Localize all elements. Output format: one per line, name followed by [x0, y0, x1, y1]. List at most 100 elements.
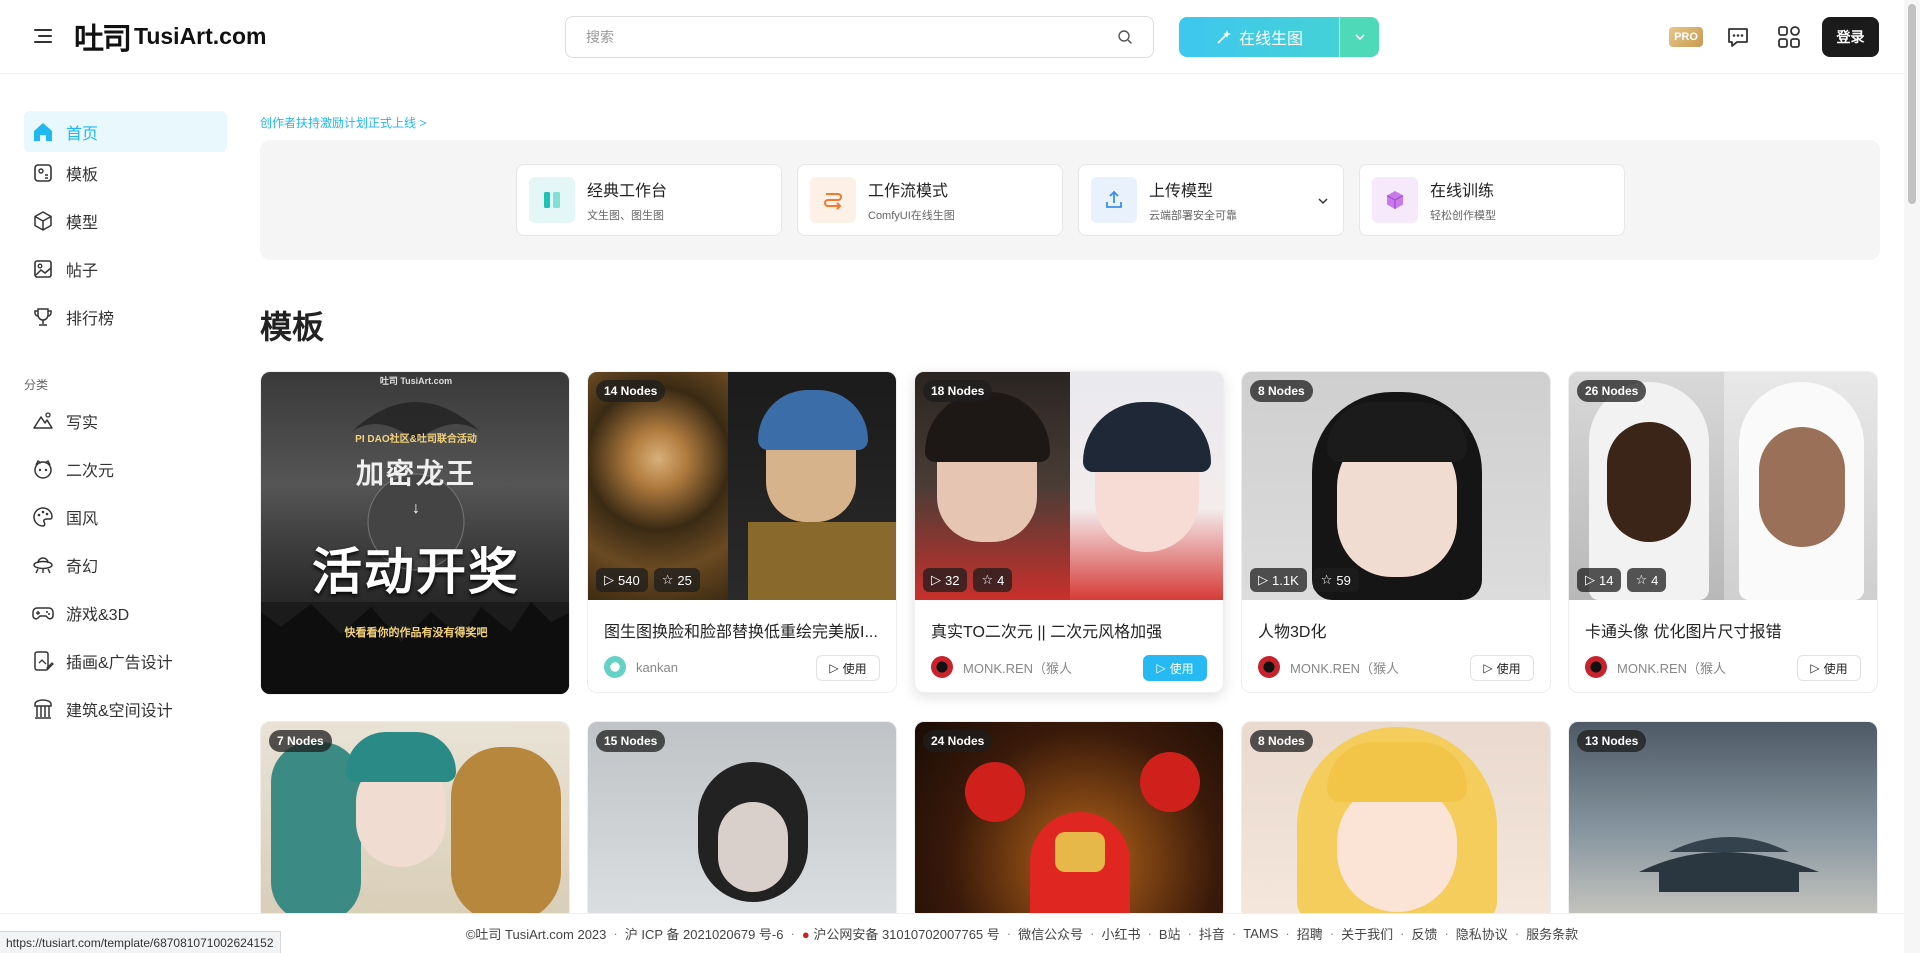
footer-police-record[interactable]: ● 沪公网安备 31010702007765 号	[802, 924, 1000, 943]
chat-icon[interactable]	[1725, 24, 1751, 50]
author-name[interactable]: kankan	[636, 660, 766, 675]
apps-grid-icon[interactable]	[1776, 24, 1802, 50]
author-avatar[interactable]	[1258, 656, 1280, 678]
footer-jobs[interactable]: 招聘	[1297, 924, 1323, 943]
card-stats: ▷ 540 ☆ 25	[596, 568, 700, 592]
chevron-down-icon[interactable]	[1317, 195, 1329, 207]
quick-action-upload-model[interactable]: 上传模型 云端部署安全可靠	[1078, 164, 1344, 236]
separator: ·	[1400, 926, 1405, 941]
use-button[interactable]: ▷ 使用	[1797, 655, 1861, 681]
card-title[interactable]: 卡通头像 优化图片尺寸报错	[1569, 600, 1877, 642]
poster-headline: 加密龙王	[355, 458, 476, 489]
template-card[interactable]: 18 Nodes ▷ 32 ☆ 4 真实TO二次元 || 二次元风格加强 MONK.…	[914, 371, 1224, 693]
magic-wand-icon	[1217, 30, 1231, 44]
create-online-button[interactable]: 在线生图	[1179, 17, 1339, 57]
author-name[interactable]: MONK.REN（猴人	[963, 658, 1093, 677]
sidebar-category-realistic[interactable]: 写实	[24, 400, 227, 441]
create-dropdown-button[interactable]	[1339, 17, 1379, 57]
footer-tams[interactable]: TAMS	[1243, 926, 1278, 941]
palette-icon	[33, 506, 53, 527]
use-button[interactable]: ▷ 使用	[1143, 655, 1207, 681]
sidebar-category-fantasy[interactable]: 奇幻	[24, 544, 227, 585]
quick-action-workflow[interactable]: 工作流模式 ComfyUI在线生图	[797, 164, 1063, 236]
sidebar-item-model[interactable]: 模型	[24, 200, 227, 241]
play-icon: ▷	[931, 572, 941, 587]
footer-icp[interactable]: 沪 ICP 备 2021020679 号-6	[625, 924, 784, 943]
play-icon: ▷	[604, 572, 614, 587]
creator-program-link[interactable]: 创作者扶持激励计划正式上线 >	[260, 114, 426, 131]
stars-count: 59	[1336, 572, 1351, 588]
sidebar-item-ranking[interactable]: 排行榜	[24, 296, 227, 337]
footer-terms[interactable]: 服务条款	[1526, 924, 1578, 943]
pro-badge[interactable]: PRO	[1669, 27, 1703, 47]
footer-wechat[interactable]: 微信公众号	[1018, 924, 1083, 943]
sidebar-item-posts[interactable]: 帖子	[24, 248, 227, 289]
card-stats: ▷ 1.1K ☆ 59	[1250, 568, 1359, 592]
author-avatar[interactable]	[604, 656, 626, 678]
quick-action-title: 工作流模式	[868, 183, 949, 200]
template-card[interactable]: 24 Nodes	[914, 721, 1224, 921]
author-name[interactable]: MONK.REN（猴人	[1617, 658, 1747, 677]
template-card-event-poster[interactable]: 吐司 TusiArt.com PI DAO社区&吐司联合活动 加密龙王 ↓ 活动…	[260, 371, 570, 695]
footer-privacy[interactable]: 隐私协议	[1456, 924, 1508, 943]
page-scrollbar[interactable]	[1904, 0, 1920, 953]
play-icon: ▷	[1258, 572, 1268, 587]
separator: ·	[1329, 926, 1335, 941]
separator: ·	[1285, 926, 1290, 941]
template-card[interactable]: 15 Nodes	[587, 721, 897, 921]
template-card[interactable]: 7 Nodes	[260, 721, 570, 921]
anime-face-icon	[34, 459, 52, 479]
footer-douyin[interactable]: 抖音	[1199, 924, 1225, 943]
sidebar-category-guofeng[interactable]: 国风	[24, 496, 227, 537]
login-button[interactable]: 登录	[1822, 17, 1879, 57]
stars-stat: ☆ 59	[1312, 568, 1359, 592]
search-icon[interactable]	[1117, 29, 1133, 45]
template-card[interactable]: 8 Nodes ▷ 1.1K ☆ 59 人物3D化 MONK.REN（猴人 ▷ 使用	[1241, 371, 1551, 693]
building-icon	[34, 698, 52, 719]
sidebar-item-template[interactable]: 模板	[24, 152, 227, 193]
home-icon	[34, 122, 52, 141]
template-card[interactable]: 13 Nodes	[1568, 721, 1878, 921]
nodes-badge: 15 Nodes	[596, 730, 666, 752]
play-icon: ▷	[1810, 661, 1820, 675]
star-icon: ☆	[981, 572, 994, 587]
site-logo[interactable]: 吐司 TusiArt.com	[74, 16, 266, 57]
sidebar-category-illustration[interactable]: 插画&广告设计	[24, 640, 227, 681]
stars-stat: ☆ 4	[1627, 568, 1667, 592]
card-title[interactable]: 图生图换脸和脸部替换低重绘完美版I...	[588, 600, 896, 642]
use-button[interactable]: ▷ 使用	[816, 655, 880, 681]
category-heading: 分类	[24, 378, 49, 392]
card-thumbnail: 13 Nodes	[1569, 722, 1877, 920]
template-card[interactable]: 26 Nodes ▷ 14 ☆ 4 卡通头像 优化图片尺寸报错 MONK.REN（猴…	[1568, 371, 1878, 693]
card-title[interactable]: 真实TO二次元 || 二次元风格加强	[915, 600, 1223, 642]
quick-action-subtitle: 云端部署安全可靠	[1149, 210, 1237, 222]
star-icon: ☆	[1320, 572, 1333, 587]
sidebar-category-anime[interactable]: 二次元	[24, 448, 227, 489]
template-card[interactable]: 14 Nodes ▷ 540 ☆ 25 图生图换脸和脸部替换低重绘完美版I... k…	[587, 371, 897, 693]
card-thumbnail: 吐司 TusiArt.com PI DAO社区&吐司联合活动 加密龙王 ↓ 活动…	[261, 372, 569, 694]
sidebar-category-game3d[interactable]: 游戏&3D	[24, 592, 227, 633]
sidebar-item-label: 游戏&3D	[66, 606, 130, 624]
separator: ·	[613, 926, 618, 941]
scrollbar-thumb[interactable]	[1908, 4, 1916, 204]
author-name[interactable]: MONK.REN（猴人	[1290, 658, 1420, 677]
workflow-icon	[810, 177, 856, 223]
card-stats: ▷ 32 ☆ 4	[923, 568, 1013, 592]
separator: ·	[1187, 926, 1192, 941]
footer-feedback[interactable]: 反馈	[1411, 924, 1437, 943]
menu-toggle-icon[interactable]	[30, 25, 56, 49]
footer-xiaohongshu[interactable]: 小红书	[1101, 924, 1140, 943]
quick-action-classic-workbench[interactable]: 经典工作台 文生图、图生图	[516, 164, 782, 236]
card-title[interactable]: 人物3D化	[1242, 600, 1550, 642]
search-input[interactable]	[566, 17, 1066, 57]
use-button[interactable]: ▷ 使用	[1470, 655, 1534, 681]
footer-about[interactable]: 关于我们	[1341, 924, 1393, 943]
views-count: 540	[618, 572, 640, 588]
sidebar-item-home[interactable]: 首页	[24, 111, 227, 152]
footer-bilibili[interactable]: B站	[1159, 924, 1181, 943]
author-avatar[interactable]	[1585, 656, 1607, 678]
sidebar-category-architecture[interactable]: 建筑&空间设计	[24, 688, 227, 729]
template-card[interactable]: 8 Nodes	[1241, 721, 1551, 921]
quick-action-online-training[interactable]: 在线训练 轻松创作模型	[1359, 164, 1625, 236]
author-avatar[interactable]	[931, 656, 953, 678]
